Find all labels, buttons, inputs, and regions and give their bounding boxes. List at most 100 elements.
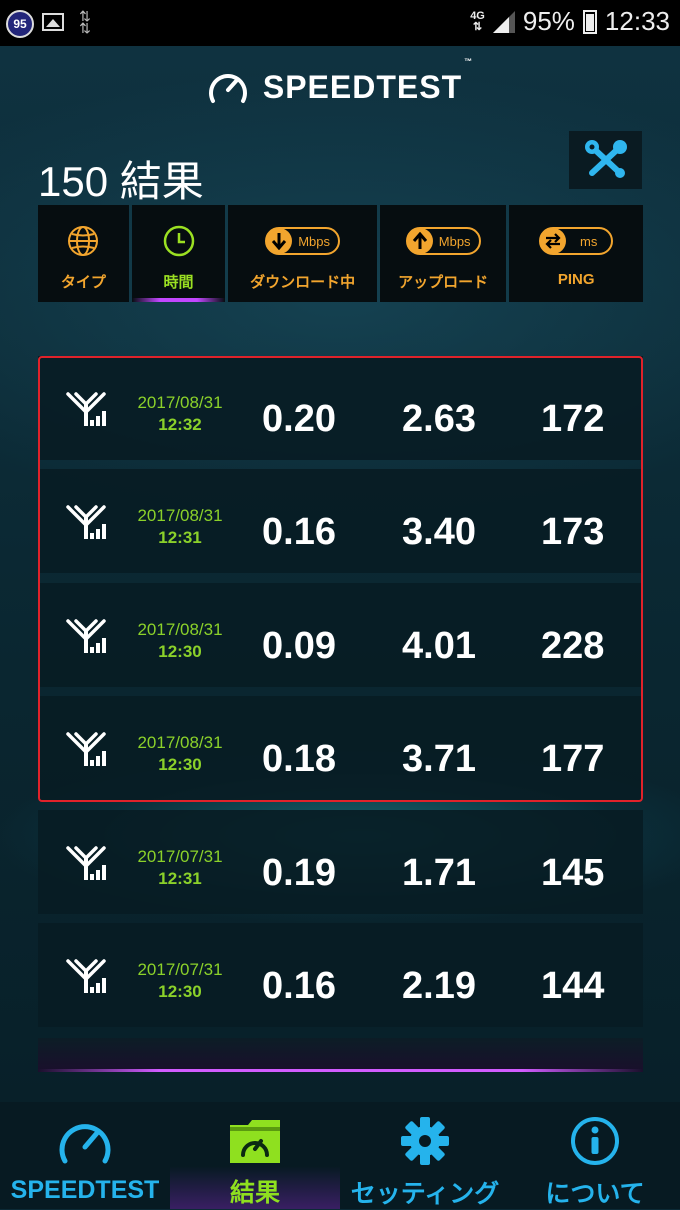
nav-about[interactable]: について [510, 1102, 680, 1209]
cell-signal-icon [66, 959, 106, 993]
speedometer-logo-icon [208, 74, 247, 103]
result-row[interactable]: 2017/08/31 12:30 0.09 4.01 228 [38, 583, 643, 687]
upload-unit-pill: Mbps [405, 227, 481, 255]
result-upload: 3.71 [402, 738, 476, 780]
result-datetime: 2017/08/31 12:30 [130, 619, 230, 663]
cell-signal-icon [66, 846, 106, 880]
nav-speedtest-label: SPEEDTEST [10, 1176, 160, 1204]
result-time: 12:31 [158, 869, 202, 888]
result-row[interactable]: 2017/08/31 12:30 0.18 3.71 177 [38, 696, 643, 800]
list-item-partial[interactable] [38, 1038, 643, 1072]
tab-ping[interactable]: ms PING [509, 205, 643, 302]
tab-ping-label: PING [557, 271, 595, 288]
result-time: 12:30 [158, 642, 202, 661]
tab-download-label: ダウンロード中 [250, 274, 356, 291]
sort-tabs: タイプ 時間 Mbps ダウンロード中 Mbps アップロード ms PING [38, 205, 643, 302]
result-upload: 2.63 [402, 398, 476, 440]
result-download: 0.16 [262, 965, 336, 1007]
result-datetime: 2017/07/31 12:30 [130, 959, 230, 1003]
result-ping: 177 [541, 738, 605, 780]
result-ping: 173 [541, 511, 605, 553]
tab-download[interactable]: Mbps ダウンロード中 [228, 205, 377, 302]
result-date: 2017/08/31 [137, 620, 223, 639]
speedometer-icon [59, 1124, 111, 1164]
result-date: 2017/08/31 [137, 506, 223, 525]
bottom-navigation: SPEEDTEST 結果 セッティング について [0, 1102, 680, 1209]
download-unit-pill: Mbps [265, 227, 341, 255]
result-datetime: 2017/07/31 12:31 [130, 846, 230, 890]
ping-unit: ms [580, 233, 598, 249]
upload-arrow-icon [412, 232, 427, 249]
logo-text: SPEEDTEST [262, 68, 463, 105]
result-ping: 145 [541, 852, 605, 894]
result-ping: 172 [541, 398, 605, 440]
result-upload: 4.01 [402, 625, 476, 667]
nav-settings[interactable]: セッティング [340, 1102, 510, 1209]
clock-time: 12:33 [604, 6, 670, 36]
speedtest-logo: SPEEDTEST™ [0, 57, 680, 114]
result-datetime: 2017/08/31 12:31 [130, 505, 230, 549]
gear-icon [401, 1117, 449, 1165]
battery-icon [582, 9, 597, 34]
result-time: 12:32 [158, 415, 202, 434]
ping-arrows-icon [545, 233, 561, 249]
ping-unit-pill: ms [539, 227, 614, 255]
result-upload: 2.19 [402, 965, 476, 1007]
network-type: 4G ⇅ [470, 9, 485, 33]
trademark: ™ [464, 56, 474, 66]
result-row[interactable]: 2017/07/31 12:30 0.16 2.19 144 [38, 923, 643, 1027]
tab-type[interactable]: タイプ [38, 205, 129, 302]
nav-about-label: について [545, 1180, 645, 1208]
notification-badge-icon: 95 [6, 10, 34, 38]
result-download: 0.16 [262, 511, 336, 553]
cell-signal-icon [66, 619, 106, 653]
tab-upload-label: アップロード [398, 274, 489, 291]
info-icon [571, 1117, 619, 1165]
result-row[interactable]: 2017/08/31 12:31 0.16 3.40 173 [38, 469, 643, 573]
results-count: 150 結果 [38, 158, 204, 205]
tab-time[interactable]: 時間 [131, 205, 226, 302]
tab-type-label: タイプ [60, 274, 106, 291]
download-arrow-icon [272, 233, 287, 250]
result-download: 0.20 [262, 398, 336, 440]
result-download: 0.09 [262, 625, 336, 667]
result-time: 12:30 [158, 755, 202, 774]
clock-icon [163, 225, 194, 257]
nav-settings-label: セッティング [350, 1180, 500, 1208]
result-time: 12:30 [158, 982, 202, 1001]
globe-icon [68, 226, 99, 256]
result-datetime: 2017/08/31 12:32 [130, 392, 230, 436]
result-download: 0.19 [262, 852, 336, 894]
cell-signal-icon [66, 732, 106, 766]
battery-percent: 95% [522, 6, 575, 36]
nav-results[interactable]: 結果 [170, 1102, 340, 1209]
result-ping: 144 [541, 965, 605, 1007]
image-notification-icon [42, 13, 64, 31]
nav-speedtest[interactable]: SPEEDTEST [0, 1102, 170, 1209]
result-ping: 228 [541, 625, 605, 667]
result-date: 2017/07/31 [137, 960, 223, 979]
result-date: 2017/08/31 [137, 733, 223, 752]
result-download: 0.18 [262, 738, 336, 780]
result-date: 2017/07/31 [137, 847, 223, 866]
result-time: 12:31 [158, 528, 202, 547]
result-row[interactable]: 2017/07/31 12:31 0.19 1.71 145 [38, 810, 643, 914]
results-folder-icon [230, 1119, 280, 1163]
signal-icon [492, 10, 515, 33]
download-unit: Mbps [298, 233, 331, 249]
nav-results-label: 結果 [229, 1179, 280, 1207]
usb-icon: ⇅ ⇅ [79, 8, 91, 36]
result-row[interactable]: 2017/08/31 12:32 0.20 2.63 172 [38, 356, 643, 460]
tab-time-label: 時間 [163, 274, 194, 291]
cell-signal-icon [66, 392, 106, 426]
result-upload: 1.71 [402, 852, 476, 894]
tools-button[interactable] [569, 131, 642, 189]
tab-upload[interactable]: Mbps アップロード [379, 205, 507, 302]
tools-icon [584, 140, 627, 178]
cell-signal-icon [66, 505, 106, 539]
status-bar: 95 ⇅ ⇅ 4G ⇅ 95% 12:33 [0, 0, 680, 46]
result-date: 2017/08/31 [137, 393, 223, 412]
result-datetime: 2017/08/31 12:30 [130, 732, 230, 776]
result-upload: 3.40 [402, 511, 476, 553]
upload-unit: Mbps [438, 233, 471, 249]
